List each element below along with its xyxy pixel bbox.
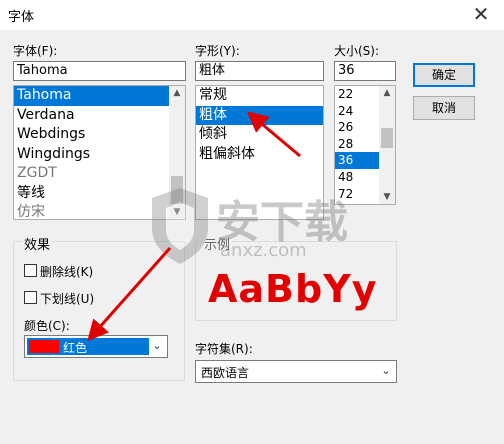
cancel-button[interactable]: 取消 — [413, 96, 475, 120]
watermark-logo: 安下载 anxz.com — [150, 180, 370, 270]
ok-button[interactable]: 确定 — [413, 63, 475, 87]
size-list-scrollbar[interactable]: ▲ ▼ — [379, 86, 395, 204]
watermark-subtext: anxz.com — [220, 240, 307, 261]
charset-label: 字符集(R): — [195, 342, 253, 356]
color-swatch — [29, 340, 59, 353]
font-name-input[interactable]: Tahoma — [13, 61, 186, 81]
font-list-item[interactable]: Wingdings — [14, 145, 185, 165]
effects-label: 效果 — [22, 234, 53, 253]
sample-text: AaBbYy — [208, 267, 378, 311]
scroll-thumb[interactable] — [381, 128, 393, 148]
font-list-item[interactable]: Webdings — [14, 125, 185, 145]
strikeout-checkbox[interactable] — [24, 264, 37, 277]
underline-label: 下划线(U) — [40, 292, 95, 306]
scroll-down-icon[interactable]: ▼ — [379, 190, 395, 204]
window-title: 字体 — [8, 10, 35, 25]
font-label: 字体(F): — [13, 44, 58, 58]
size-input[interactable]: 36 — [334, 61, 396, 81]
scroll-up-icon[interactable]: ▲ — [379, 86, 395, 100]
font-list-item[interactable]: Verdana — [14, 106, 185, 126]
charset-select[interactable]: 西欧语言 ⌄ — [195, 360, 397, 383]
size-label: 大小(S): — [334, 44, 380, 58]
color-value: 红色 — [63, 341, 88, 355]
style-list-item[interactable]: 粗偏斜体 — [196, 145, 323, 165]
style-list-item[interactable]: 倾斜 — [196, 125, 323, 145]
title-bar: 字体 ✕ — [0, 0, 504, 30]
chevron-down-icon[interactable]: ⌄ — [380, 365, 392, 377]
strikeout-label: 删除线(K) — [40, 265, 94, 279]
chevron-down-icon[interactable]: ⌄ — [151, 340, 163, 352]
color-select[interactable]: 红色 ⌄ — [24, 335, 168, 358]
style-list-item[interactable]: 粗体 — [196, 105, 323, 125]
font-list-item[interactable]: Tahoma — [14, 86, 185, 106]
scroll-up-icon[interactable]: ▲ — [169, 86, 185, 100]
font-dialog: 字体 ✕ 字体(F): Tahoma Tahoma Verdana Webdings… — [0, 0, 504, 444]
charset-value: 西欧语言 — [201, 366, 250, 380]
style-input[interactable]: 粗体 — [195, 61, 324, 81]
color-label: 颜色(C): — [24, 319, 70, 333]
style-list-item[interactable]: 常规 — [196, 86, 323, 106]
underline-checkbox[interactable] — [24, 291, 37, 304]
style-label: 字形(Y): — [195, 44, 240, 58]
close-icon[interactable]: ✕ — [466, 2, 496, 26]
